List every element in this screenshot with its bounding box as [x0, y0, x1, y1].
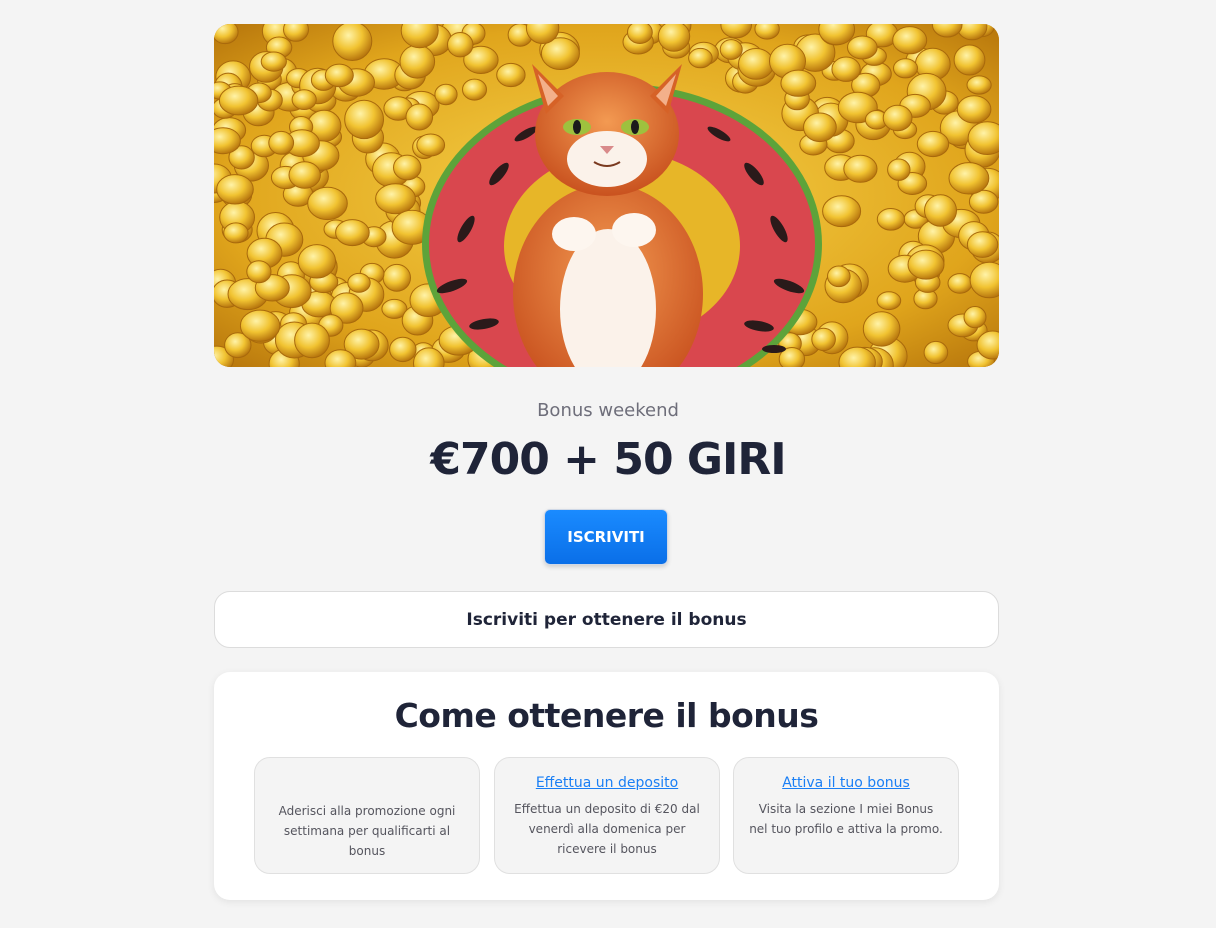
step-card-join: Aderisci alla promozione ogni settimana … — [254, 757, 480, 874]
deposit-link[interactable]: Effettua un deposito — [495, 775, 719, 791]
how-to-get-bonus-card: Come ottenere il bonus Aderisci alla pro… — [214, 672, 999, 900]
promo-headline: €700 + 50 GIRI — [430, 434, 786, 485]
step-card-activate: Attiva il tuo bonus Visita la sezione I … — [733, 757, 959, 874]
promo-banner-image — [214, 24, 999, 367]
signup-bonus-bar[interactable]: Iscriviti per ottenere il bonus — [214, 591, 999, 648]
step-card-deposit: Effettua un deposito Effettua un deposit… — [494, 757, 720, 874]
cat-on-coins-illustration — [214, 24, 999, 367]
signup-button[interactable]: ISCRIVITI — [544, 509, 668, 565]
step-description: Visita la sezione I miei Bonus nel tuo p… — [749, 802, 943, 836]
step-description: Effettua un deposito di €20 dal venerdì … — [514, 802, 700, 856]
promo-page: Bonus weekend €700 + 50 GIRI ISCRIVITI I… — [0, 0, 1216, 928]
activate-bonus-link[interactable]: Attiva il tuo bonus — [734, 775, 958, 791]
step-description: Aderisci alla promozione ogni settimana … — [278, 804, 456, 858]
how-to-title: Come ottenere il bonus — [394, 696, 819, 735]
signup-bonus-label: Iscriviti per ottenere il bonus — [466, 609, 747, 630]
promo-subtitle: Bonus weekend — [537, 400, 679, 421]
